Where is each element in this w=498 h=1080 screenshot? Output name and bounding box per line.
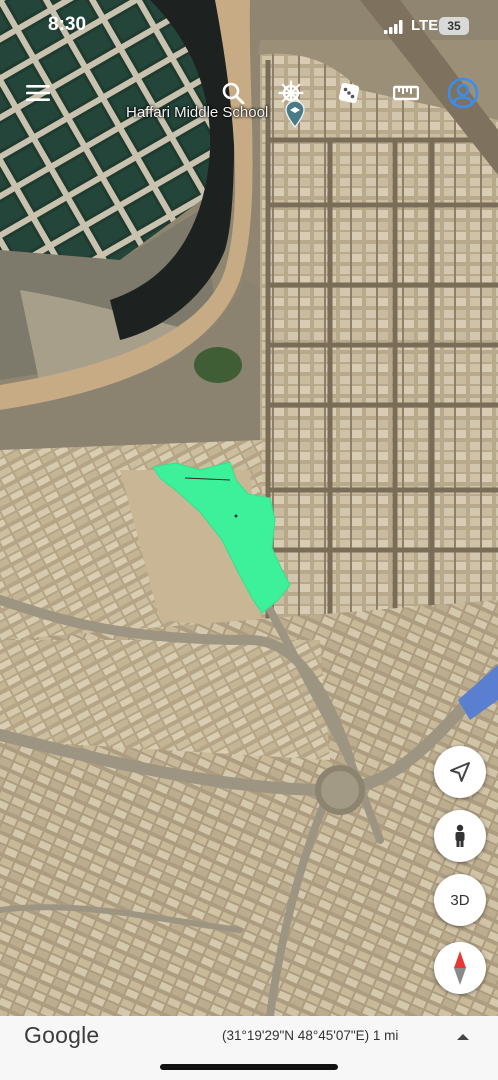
- menu-button[interactable]: [21, 76, 55, 110]
- feeling-lucky-button[interactable]: [332, 76, 366, 110]
- cellular-signal-icon: [384, 20, 403, 34]
- coordinates-scale: (31°19'29"N 48°45'07"E) 1 mi: [222, 1028, 399, 1043]
- navigation-arrow-icon: [450, 762, 470, 782]
- search-icon: [222, 82, 245, 105]
- ruler-icon: [393, 85, 419, 101]
- poi-label[interactable]: Haffari Middle School: [126, 104, 268, 121]
- 3d-toggle-button[interactable]: 3D: [434, 874, 486, 926]
- dice-icon: [338, 82, 360, 104]
- menu-icon: [26, 85, 50, 101]
- caret-up-icon[interactable]: [456, 1032, 470, 1042]
- google-logo: Google: [24, 1022, 100, 1048]
- home-indicator: [160, 1064, 338, 1070]
- network-type: LTE: [411, 17, 439, 34]
- pegman-icon: [455, 824, 465, 847]
- account-button[interactable]: [446, 76, 480, 110]
- measure-button[interactable]: [389, 76, 423, 110]
- satellite-map[interactable]: [0, 0, 498, 1080]
- 3d-label: 3D: [450, 891, 470, 909]
- location-button[interactable]: [434, 746, 486, 798]
- status-bar: 8:30 LTE 35: [0, 0, 498, 56]
- battery-indicator: 35: [439, 17, 469, 35]
- street-view-button[interactable]: [434, 810, 486, 862]
- compass-icon: [454, 951, 466, 985]
- school-pin-icon[interactable]: [285, 100, 305, 128]
- status-time: 8:30: [48, 14, 87, 35]
- compass-button[interactable]: [434, 942, 486, 994]
- account-icon: [447, 77, 479, 109]
